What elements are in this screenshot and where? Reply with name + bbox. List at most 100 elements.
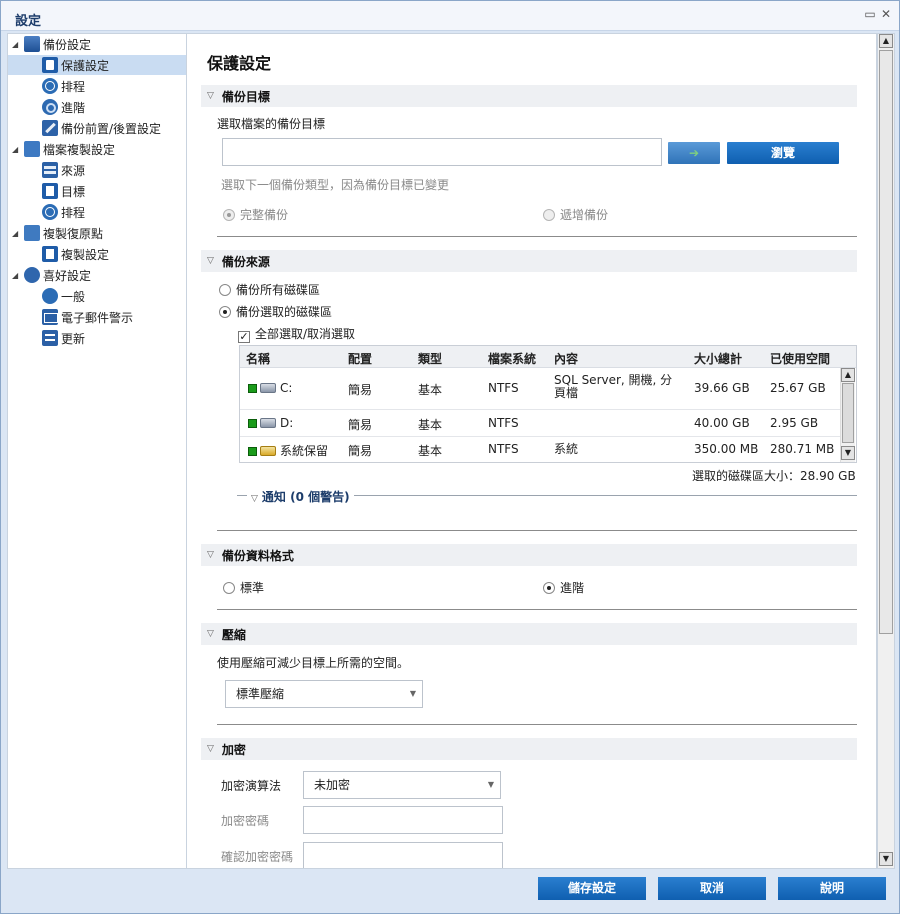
all-volumes-radio[interactable]: 備份所有磁碟區 <box>219 281 320 298</box>
tree-item-source[interactable]: 來源 <box>42 160 85 180</box>
tree-label: 備份前置/後置設定 <box>61 121 162 136</box>
fs-cell: NTFS <box>488 442 519 456</box>
volume-name-cell: D: <box>248 416 293 430</box>
algorithm-select[interactable]: 未加密 ▼ <box>303 771 501 799</box>
layout-cell: 簡易 <box>348 418 373 432</box>
close-icon[interactable]: ✕ <box>879 7 893 21</box>
notification-toggle[interactable]: ▽ 通知 (0 個警告) <box>247 488 354 505</box>
confirm-password-input[interactable] <box>303 842 503 868</box>
column-header[interactable]: 已使用空間 <box>770 350 830 367</box>
title-bar: 設定 ▭ ✕ <box>1 1 899 31</box>
used-cell: 25.67 GB <box>770 381 826 395</box>
tree-item-schedule[interactable]: 排程 <box>42 76 85 96</box>
radio-label: 完整備份 <box>240 208 289 222</box>
tree-item-destination[interactable]: 目標 <box>42 181 85 201</box>
password-input[interactable] <box>303 806 503 834</box>
schedule-icon <box>42 204 58 220</box>
standard-format-radio[interactable]: 標準 <box>223 579 264 596</box>
scroll-down-icon[interactable]: ▼ <box>879 852 893 866</box>
tree-item-copy-schedule[interactable]: 排程 <box>42 202 85 222</box>
tree-item-advanced[interactable]: 進階 <box>42 97 85 117</box>
section-backup-format[interactable]: ▽ 備份資料格式 <box>201 544 857 566</box>
destination-path-input[interactable] <box>222 138 662 166</box>
table-row[interactable]: D: 簡易 基本 NTFS 40.00 GB 2.95 GB <box>240 410 840 437</box>
browse-button[interactable]: 瀏覽 <box>727 142 839 164</box>
table-row[interactable]: C: 簡易 基本 NTFS SQL Server, 開機, 分頁檔 39.66 … <box>240 368 840 410</box>
cell-text: D: <box>280 416 294 430</box>
selected-status-icon <box>248 384 257 393</box>
select-all-checkbox[interactable]: ✓ 全部選取/取消選取 <box>238 325 355 343</box>
scroll-up-icon[interactable]: ▲ <box>879 34 893 48</box>
used-cell: 280.71 MB <box>770 442 835 456</box>
section-compression[interactable]: ▽ 壓縮 <box>201 623 857 645</box>
column-header[interactable]: 名稱 <box>246 350 270 367</box>
section-title: 備份目標 <box>221 89 270 104</box>
section-title: 備份來源 <box>221 254 270 269</box>
expand-icon[interactable]: ◢ <box>12 145 22 154</box>
total-cell: 39.66 GB <box>694 381 750 395</box>
tree-item-general[interactable]: 一般 <box>42 286 85 306</box>
tree-label: 排程 <box>61 205 86 220</box>
column-header[interactable]: 內容 <box>554 350 578 367</box>
go-arrow-button[interactable]: ➔ <box>668 142 720 164</box>
window-title: 設定 <box>15 14 42 29</box>
divider <box>217 530 857 531</box>
tree-item-pre-post[interactable]: 備份前置/後置設定 <box>42 118 161 138</box>
section-encryption[interactable]: ▽ 加密 <box>201 738 857 760</box>
type-cell: 基本 <box>418 444 443 458</box>
content-scrollbar[interactable]: ▲ ▼ <box>877 33 895 869</box>
help-button[interactable]: 說明 <box>778 877 886 900</box>
tree-item-updates[interactable]: 更新 <box>42 328 85 348</box>
table-scroll-thumb[interactable] <box>842 383 854 443</box>
restore-icon[interactable]: ▭ <box>863 7 877 21</box>
radio-label: 標準 <box>240 581 265 595</box>
expand-icon[interactable]: ◢ <box>12 271 22 280</box>
compression-select[interactable]: 標準壓縮 ▼ <box>225 680 423 708</box>
expand-icon[interactable]: ◢ <box>12 40 22 49</box>
source-icon <box>42 162 58 178</box>
full-backup-radio[interactable]: 完整備份 <box>223 206 288 223</box>
scroll-down-icon[interactable]: ▼ <box>841 446 855 460</box>
radio-label: 遞增備份 <box>560 208 609 222</box>
selected-volumes-radio[interactable]: 備份選取的磁碟區 <box>219 303 332 320</box>
column-header[interactable]: 檔案系統 <box>488 350 536 367</box>
tree-item-protection[interactable]: 保護設定 <box>8 55 186 75</box>
preferences-icon <box>24 267 40 283</box>
scroll-thumb[interactable] <box>879 50 893 634</box>
tree-item-email-alerts[interactable]: 電子郵件警示 <box>42 307 133 327</box>
table-row[interactable]: 系統保留 簡易 基本 NTFS 系統 350.00 MB 280.71 MB <box>240 437 840 462</box>
save-settings-button[interactable]: 儲存設定 <box>538 877 646 900</box>
column-header[interactable]: 配置 <box>348 350 372 367</box>
tree-label: 複製設定 <box>61 247 110 262</box>
contents-cell: SQL Server, 開機, 分頁檔 <box>554 373 673 400</box>
column-header[interactable]: 類型 <box>418 350 442 367</box>
system-drive-icon <box>260 446 276 456</box>
wrench-icon <box>42 120 58 136</box>
scroll-up-icon[interactable]: ▲ <box>841 368 855 382</box>
select-value: 未加密 <box>314 778 351 792</box>
radio-indicator <box>223 582 235 594</box>
tree-item-preferences[interactable]: ◢ 喜好設定 <box>12 265 91 285</box>
cancel-button[interactable]: 取消 <box>658 877 766 900</box>
total-cell: 350.00 MB <box>694 442 759 456</box>
radio-indicator <box>219 306 231 318</box>
type-cell: 基本 <box>418 383 443 397</box>
settings-content: 保護設定 ▽ 備份目標 選取檔案的備份目標 ➔ 瀏覽 選取下一個備份類型，因為備… <box>187 33 877 869</box>
total-cell: 40.00 GB <box>694 416 750 430</box>
tree-item-copy-settings[interactable]: 複製設定 <box>42 244 109 264</box>
section-backup-source[interactable]: ▽ 備份來源 <box>201 250 857 272</box>
tree-item-backup-settings[interactable]: ◢ 備份設定 <box>12 34 91 54</box>
expand-icon[interactable]: ◢ <box>12 229 22 238</box>
tree-item-file-copy[interactable]: ◢ 檔案複製設定 <box>12 139 115 159</box>
collapse-icon: ▽ <box>207 744 214 754</box>
radio-indicator <box>219 284 231 296</box>
incremental-backup-radio[interactable]: 遞增備份 <box>543 206 608 223</box>
table-scrollbar[interactable]: ▲ ▼ <box>840 368 855 462</box>
section-backup-destination[interactable]: ▽ 備份目標 <box>201 85 857 107</box>
column-header[interactable]: 大小總計 <box>694 350 742 367</box>
advanced-format-radio[interactable]: 進階 <box>543 579 584 596</box>
tree-item-copy-recovery[interactable]: ◢ 複製復原點 <box>12 223 103 243</box>
tree-label: 電子郵件警示 <box>61 310 134 325</box>
volumes-table: 名稱 配置 類型 檔案系統 內容 大小總計 已使用空間 C: 簡易 基本 NTF… <box>239 345 857 463</box>
cell-text: 系統保留 <box>280 444 329 458</box>
